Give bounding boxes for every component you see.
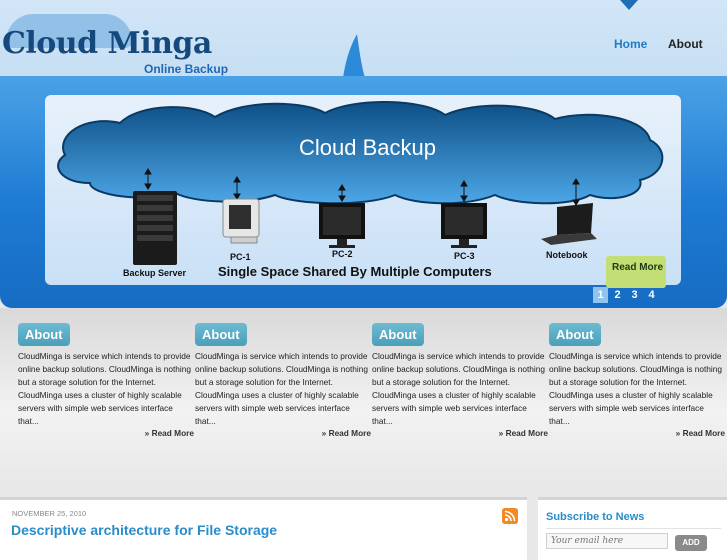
pc-2-icon — [319, 203, 365, 248]
blog-post: NOVEMBER 25, 2010 Descriptive architectu… — [0, 497, 527, 560]
notebook-icon — [541, 203, 597, 245]
slider-page-4[interactable]: 4 — [644, 287, 659, 303]
device-label-notebook: Notebook — [546, 250, 588, 260]
backup-server-icon — [133, 191, 177, 265]
feature-column: About CloudMinga is service which intend… — [372, 323, 548, 438]
feature-column-read-more-link[interactable]: » Read More — [18, 428, 194, 438]
decorative-fin-graphic — [343, 34, 365, 78]
feature-column: About CloudMinga is service which intend… — [549, 323, 725, 438]
device-label-pc-3: PC-3 — [454, 251, 475, 261]
feature-column-heading: About — [195, 323, 247, 346]
feature-column-read-more-link[interactable]: » Read More — [195, 428, 371, 438]
pc-3-icon — [441, 203, 487, 248]
feature-column-text: CloudMinga is service which intends to p… — [195, 351, 368, 426]
email-field[interactable] — [546, 533, 668, 549]
subscribe-widget: Subscribe to News ADD — [538, 497, 727, 560]
feature-column-heading: About — [549, 323, 601, 346]
device-label-backup-server: Backup Server — [123, 268, 187, 278]
feature-column-text: CloudMinga is service which intends to p… — [18, 351, 191, 426]
feature-column-read-more-link[interactable]: » Read More — [372, 428, 548, 438]
post-title-link[interactable]: Descriptive architecture for File Storag… — [11, 522, 277, 538]
subscribe-title: Subscribe to News — [546, 511, 645, 523]
add-subscribe-button[interactable]: ADD — [675, 535, 707, 551]
slide-read-more-button[interactable]: Read More — [606, 256, 666, 288]
feature-column-read-more-link[interactable]: » Read More — [549, 428, 725, 438]
feature-column-heading: About — [372, 323, 424, 346]
divider — [546, 528, 721, 529]
pc-1-icon — [222, 198, 260, 244]
slide-title: Cloud Backup — [299, 135, 436, 160]
device-label-pc-2: PC-2 — [332, 249, 353, 259]
post-date: NOVEMBER 25, 2010 — [12, 509, 87, 518]
rss-icon[interactable] — [502, 508, 518, 524]
slider-page-3[interactable]: 3 — [627, 287, 642, 303]
nav-home-link[interactable]: Home — [614, 37, 647, 51]
feature-column: About CloudMinga is service which intend… — [195, 323, 371, 438]
nav-about-link[interactable]: About — [668, 37, 703, 51]
site-logo-title[interactable]: Cloud Minga — [2, 26, 212, 61]
feature-column-heading: About — [18, 323, 70, 346]
feature-column-text: CloudMinga is service which intends to p… — [549, 351, 722, 426]
feature-column: About CloudMinga is service which intend… — [18, 323, 194, 438]
device-label-pc-1: PC-1 — [230, 252, 251, 262]
slider-pagination: 1 2 3 4 — [593, 287, 659, 303]
slider-page-1[interactable]: 1 — [593, 287, 608, 303]
page-marker-arrow-icon — [620, 0, 638, 10]
feature-column-text: CloudMinga is service which intends to p… — [372, 351, 545, 426]
slide-caption: Single Space Shared By Multiple Computer… — [218, 264, 492, 279]
slider-page-2[interactable]: 2 — [610, 287, 625, 303]
site-logo-subtitle: Online Backup — [144, 62, 229, 76]
